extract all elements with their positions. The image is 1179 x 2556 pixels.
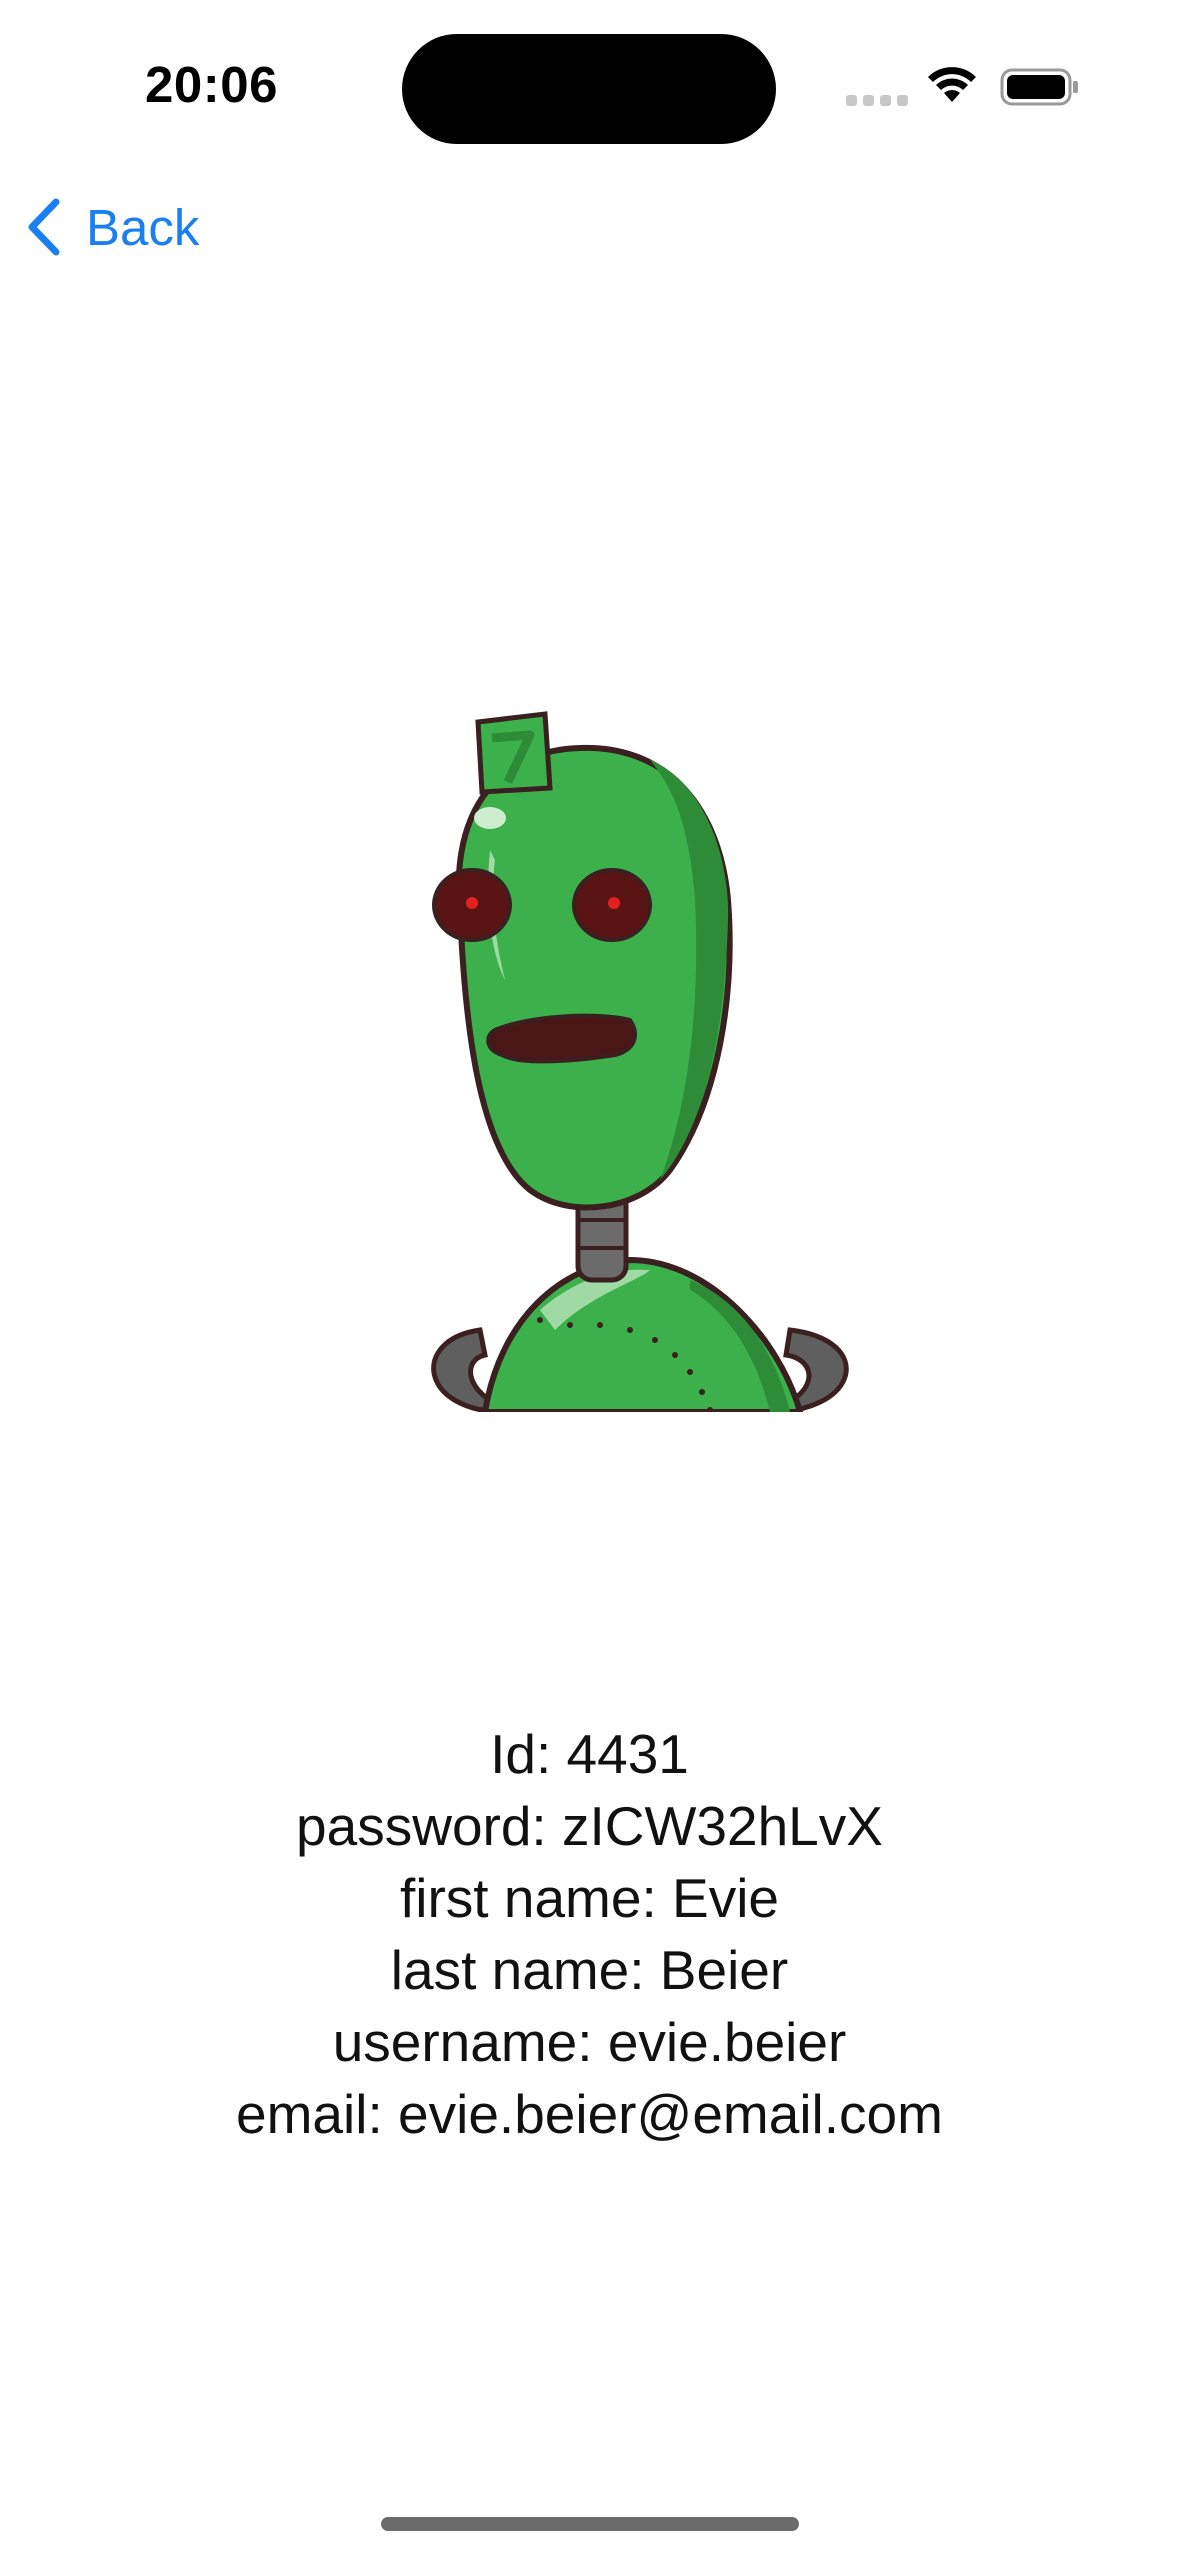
user-email: email: evie.beier@email.com (236, 2083, 943, 2145)
user-username: username: evie.beier (332, 2011, 847, 2073)
cellular-signal-icon (846, 95, 908, 106)
robot-avatar-image (431, 711, 849, 1412)
back-label: Back (86, 198, 200, 256)
user-info: Id: 4431 password: zICW32hLvX first name… (0, 1718, 1179, 2150)
wifi-icon (928, 67, 976, 102)
status-bar: 20:06 (0, 0, 1179, 170)
user-first-name: first name: Evie (399, 1867, 779, 1929)
status-time: 20:06 (145, 56, 278, 113)
battery-icon (1000, 68, 1078, 106)
chevron-left-icon (28, 198, 60, 256)
user-last-name: last name: Beier (390, 1939, 789, 2001)
user-detail-screen: 20:06 Back Id: 4431 password: zICW32hLvX… (0, 0, 1179, 2556)
home-indicator[interactable] (381, 2517, 799, 2531)
user-password: password: zICW32hLvX (296, 1795, 883, 1857)
back-button[interactable]: Back (24, 192, 199, 262)
user-id: Id: 4431 (490, 1723, 689, 1785)
dynamic-island (402, 34, 776, 144)
